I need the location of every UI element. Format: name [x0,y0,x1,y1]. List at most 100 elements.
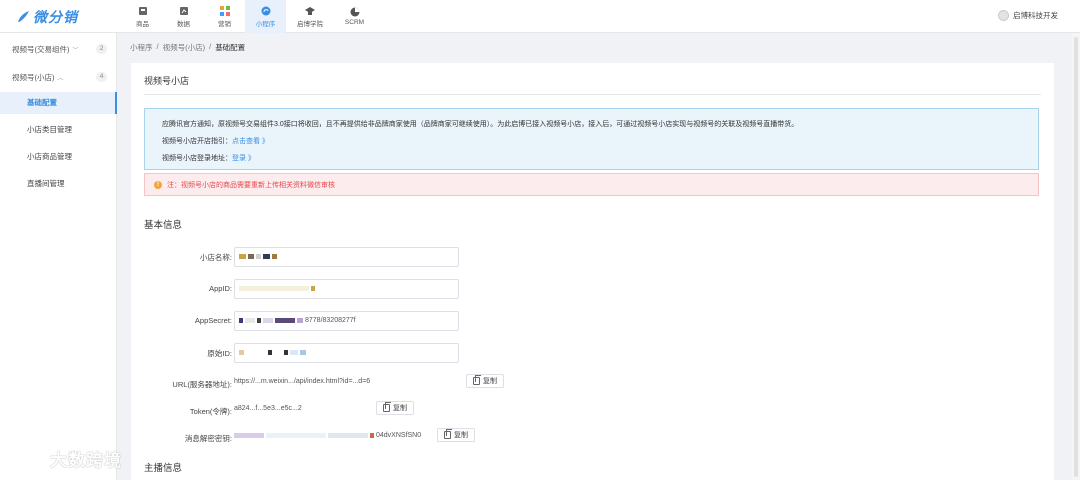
field-label: 小店名称: [199,253,232,262]
masked-text [263,317,273,323]
page-scrollbar[interactable] [1072,33,1080,480]
appsecret-input[interactable]: 8778/83208277f [234,311,459,331]
guide-link[interactable]: 点击查看 》 [232,138,269,145]
field-label: 原始ID: [207,349,232,358]
scrollbar-thumb[interactable] [1074,37,1078,477]
appid-input[interactable] [234,279,459,299]
academy-icon [305,6,315,15]
appsecret-tail: 8778/83208277f [305,317,356,324]
copy-icon [444,429,452,439]
nav-item-data[interactable]: 数据 [163,0,204,33]
user-menu[interactable]: 启博科技开发 [998,10,1058,21]
copy-aes-key-button[interactable]: 复制 [437,428,475,442]
warning-notice: ! 注：视频号小店的商品需要重新上传相关资料微信审核 [144,173,1039,196]
field-appid: AppID: [131,279,1054,299]
watermark-text: 大数跨境 [50,451,122,470]
user-name: 启博科技开发 [1013,11,1058,20]
masked-text [257,317,261,323]
chevron-down-icon: ﹀ [72,47,79,54]
warning-text: 注：视频号小店的商品需要重新上传相关资料微信审核 [167,181,335,189]
nav-label: 营销 [218,20,231,28]
scrm-icon [350,7,359,17]
watermark-logo-icon [10,449,39,468]
field-label: Token(令牌): [189,407,232,416]
masked-text [266,432,326,438]
divider [144,94,1041,95]
masked-text [290,349,298,355]
marketing-icon [219,5,230,16]
breadcrumb-link[interactable]: 小程序 [130,42,153,53]
field-appsecret: AppSecret: 8778/83208277f [131,311,1054,331]
copy-icon [383,402,391,412]
sidebar-item-live-room[interactable]: 直播间管理 [0,173,117,195]
warning-icon: ! [154,180,162,189]
page-title: 视频号小店 [144,76,190,86]
shop-name-input[interactable] [234,247,459,267]
top-bar: 微分销 商品 数据 营销 小程序 启博学院 SCRM 启博科技开发 [0,0,1080,33]
copy-icon [473,375,481,385]
aes-key-tail: 04dvXNSfSN0 [376,432,422,439]
sidebar-group-label: 视频号(小店) [12,72,55,82]
count-badge: 4 [96,72,107,82]
copy-label: 复制 [454,432,468,439]
field-label: AppSecret: [194,316,232,325]
masked-text [370,432,374,438]
field-aes-key: 消息解密密钥: 04dvXNSfSN0 复制 [131,428,1054,448]
guide-label: 视频号小店开店指引： [162,138,232,145]
copy-token-button[interactable]: 复制 [376,401,414,415]
nav-item-mini-program[interactable]: 小程序 [245,0,286,33]
sidebar-item-products[interactable]: 小店商品管理 [0,146,117,168]
original-id-input[interactable] [234,343,459,363]
field-label: 消息解密密钥: [184,434,232,443]
masked-text [248,253,254,259]
masked-text [300,349,306,355]
breadcrumb-sep: / [209,42,212,51]
mini-program-icon [261,6,270,15]
url-value: https://...m.weixin.../api/index.html?id… [234,378,371,385]
masked-text [239,317,243,323]
notice-text: 应腾讯官方通知，原视频号交易组件3.0接口将收回，且不再提供给非品牌商家使用（品… [162,121,799,128]
logo-feather-icon [18,11,29,22]
masked-text [246,349,266,355]
nav-label: 商品 [136,20,149,28]
masked-text [274,349,282,355]
nav-item-goods[interactable]: 商品 [122,0,163,33]
masked-text [311,285,315,291]
masked-text [245,317,255,323]
brand-logo[interactable]: 微分销 [16,8,78,26]
masked-text [256,253,261,259]
masked-text [275,317,295,323]
nav-item-marketing[interactable]: 营销 [204,0,245,33]
watermark: 大数跨境 [8,446,122,471]
goods-icon [138,6,147,15]
sidebar-group-trade-component[interactable]: 视频号(交易组件) ﹀ 2 [0,36,117,62]
sidebar: 视频号(交易组件) ﹀ 2 视频号(小店) ︿ 4 基础配置 小店类目管理 小店… [0,33,117,480]
breadcrumb-sep: / [156,42,159,51]
avatar [998,10,1009,21]
sidebar-item-category[interactable]: 小店类目管理 [0,119,117,141]
breadcrumb: 小程序 / 视频号(小店) / 基础配置 [130,42,245,53]
copy-url-button[interactable]: 复制 [466,374,504,388]
breadcrumb-link[interactable]: 视频号(小店) [163,42,206,53]
field-url: URL(服务器地址): https://...m.weixin.../api/i… [131,374,1054,394]
nav-label: 启博学院 [297,20,323,28]
section-title-basic: 基本信息 [144,220,183,231]
sidebar-item-basic-config[interactable]: 基础配置 [0,92,117,114]
section-title-anchor: 主播信息 [144,463,183,474]
masked-text [284,349,288,355]
main-nav: 商品 数据 营销 小程序 启博学院 SCRM [122,0,375,33]
copy-label: 复制 [393,405,407,412]
nav-label: SCRM [344,19,365,26]
sidebar-group-label: 视频号(交易组件) [12,44,70,54]
nav-item-scrm[interactable]: SCRM [334,0,375,33]
nav-item-academy[interactable]: 启博学院 [286,0,334,33]
masked-text [239,349,244,355]
login-label: 视频号小店登录地址： [162,155,232,162]
sidebar-group-shop[interactable]: 视频号(小店) ︿ 4 [0,64,117,90]
breadcrumb-current: 基础配置 [215,43,246,52]
nav-label: 小程序 [255,20,276,28]
login-link[interactable]: 登录 》 [232,155,255,162]
main-panel: 视频号小店 应腾讯官方通知，原视频号交易组件3.0接口将收回，且不再提供给非品牌… [131,63,1054,480]
chevron-up-icon: ︿ [57,75,64,82]
token-value: a824...f...5e3...e5c...2 [234,405,302,412]
